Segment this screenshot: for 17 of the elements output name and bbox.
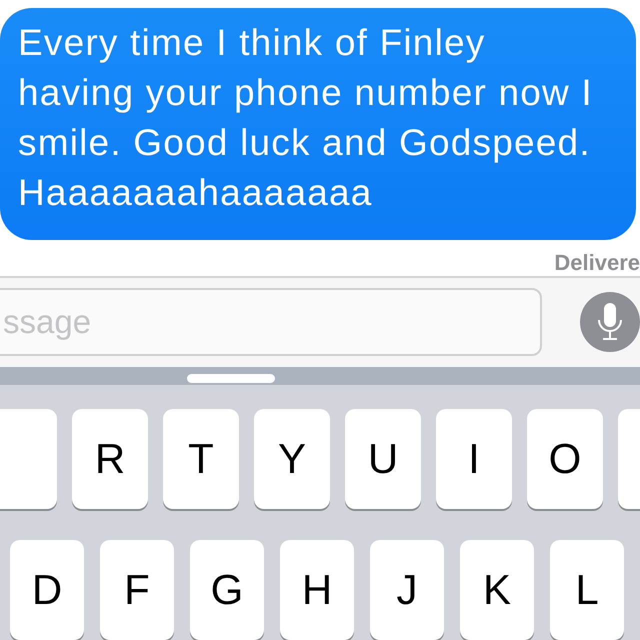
keyboard-key[interactable]: O	[527, 409, 603, 509]
keyboard-key[interactable]: G	[190, 540, 264, 640]
keyboard-key[interactable]: F	[100, 540, 174, 640]
keyboard-key[interactable]: H	[280, 540, 354, 640]
keyboard-key[interactable]: Y	[254, 409, 330, 509]
keyboard-key[interactable]: J	[370, 540, 444, 640]
keyboard-key[interactable]: K	[460, 540, 534, 640]
keyboard-key[interactable]: I	[436, 409, 512, 509]
keyboard-key[interactable]: R	[72, 409, 148, 509]
keyboard-key[interactable]: T	[163, 409, 239, 509]
keyboard-key[interactable]: L	[550, 540, 624, 640]
drag-handle[interactable]	[187, 374, 275, 383]
keyboard-key[interactable]: D	[10, 540, 84, 640]
keyboard-key[interactable]: U	[345, 409, 421, 509]
microphone-icon[interactable]	[580, 292, 640, 352]
delivery-status: Delivere	[554, 250, 640, 276]
message-bubble: Every time I think of Finley having your phone number now I smile. Good luck and Godspeed. Haaaaaaahaaaaaaa	[0, 8, 636, 240]
